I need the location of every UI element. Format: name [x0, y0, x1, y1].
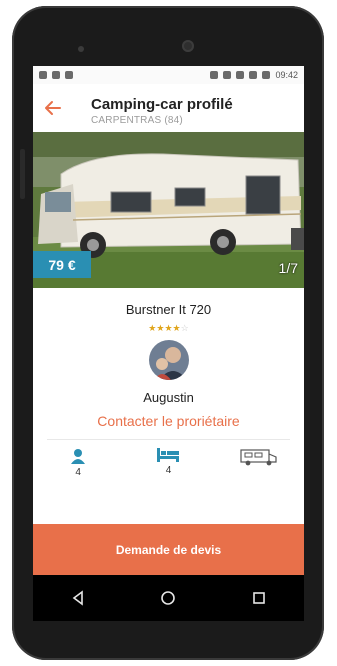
person-icon — [71, 449, 86, 464]
side-button — [20, 149, 25, 199]
star-empty-icon: ☆ — [180, 323, 189, 333]
page-subtitle: CARPENTRAS (84) — [91, 115, 183, 126]
owner-name: Augustin — [143, 390, 194, 405]
image-icon — [65, 71, 73, 79]
vehicle-model: Burstner It 720 — [125, 302, 212, 317]
star-icon: ★ — [172, 323, 181, 333]
alarm-icon — [223, 71, 232, 79]
notification-icon — [39, 71, 47, 79]
listing-details: Burstner It 720 ★★★★☆ Augustin Contacter… — [33, 302, 304, 488]
avatar-image — [148, 340, 189, 380]
listing-photo[interactable]: 79 € 1/7 — [33, 132, 304, 288]
status-time: 09:42 — [275, 70, 298, 80]
price-badge: 79 € — [33, 251, 91, 278]
feature-vehicle — [229, 448, 289, 469]
signal-icon — [249, 71, 258, 79]
nav-back-icon[interactable] — [66, 586, 90, 610]
rating-stars: ★★★★☆ — [33, 323, 304, 334]
feature-beds: 4 — [138, 448, 198, 476]
bed-icon — [157, 448, 180, 462]
app-bar: Camping-car profilé CARPENTRAS (84) — [33, 84, 304, 132]
quote-request-button[interactable]: Demande de devis — [33, 524, 304, 575]
features-row: 4 4 — [33, 440, 304, 488]
owner-avatar[interactable] — [148, 340, 189, 380]
feature-beds-value: 4 — [165, 465, 172, 476]
speaker — [78, 46, 84, 52]
wifi-icon — [236, 71, 245, 79]
photo-counter: 1/7 — [278, 260, 298, 276]
back-arrow-icon[interactable] — [43, 98, 63, 118]
status-bar: 09:42 — [33, 66, 304, 84]
app-screen: 09:42 Camping-car profilé CARPENTRAS (84… — [33, 66, 304, 575]
camper-van-icon — [240, 449, 277, 466]
battery-icon — [262, 71, 271, 79]
star-icon: ★ — [164, 323, 173, 333]
system-nav-bar — [33, 575, 304, 621]
contact-owner-link[interactable]: Contacter le proriétaire — [33, 413, 304, 429]
mail-icon — [52, 71, 60, 79]
feature-seats: 4 — [48, 448, 108, 478]
page-title: Camping-car profilé — [91, 96, 233, 113]
nav-recents-icon[interactable] — [247, 586, 271, 610]
location-icon — [210, 71, 219, 79]
nav-home-icon[interactable] — [156, 586, 180, 610]
front-camera — [182, 40, 194, 52]
feature-seats-value: 4 — [75, 467, 81, 478]
